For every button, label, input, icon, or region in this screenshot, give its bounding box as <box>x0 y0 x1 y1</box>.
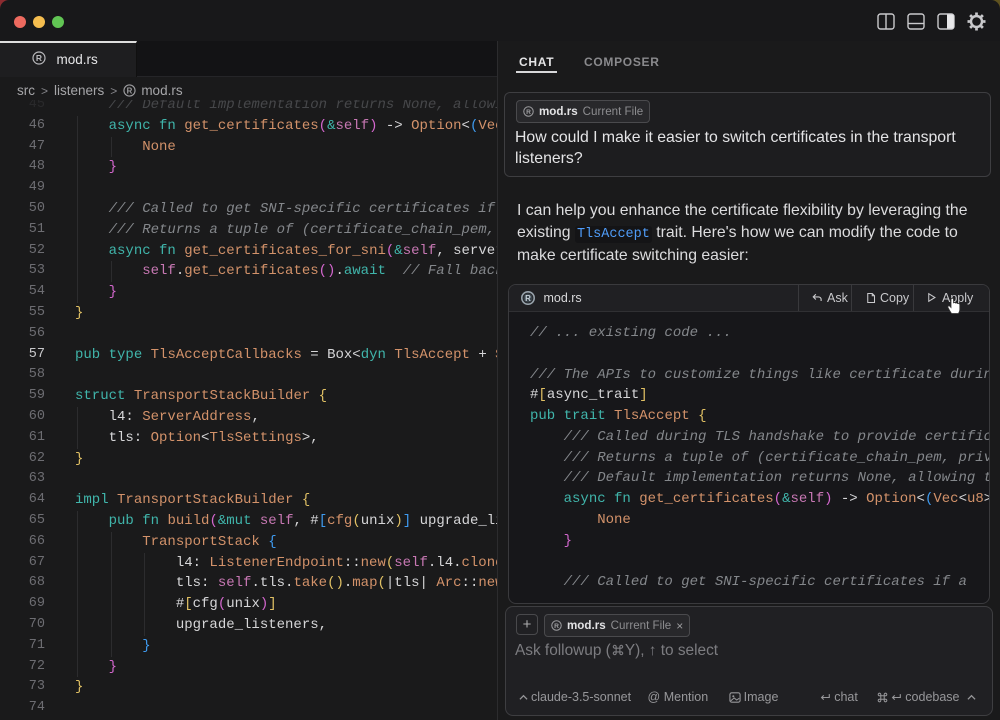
svg-text:R: R <box>525 294 531 303</box>
svg-text:R: R <box>127 86 133 95</box>
svg-text:R: R <box>526 109 531 116</box>
svg-text:R: R <box>36 53 42 63</box>
svg-text:R: R <box>554 623 559 630</box>
